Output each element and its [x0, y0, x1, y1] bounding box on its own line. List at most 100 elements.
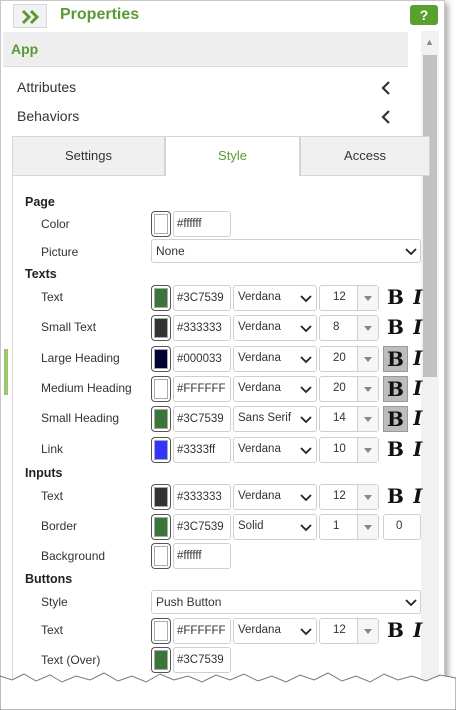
chevron-down-icon [300, 386, 312, 394]
hex-input[interactable]: #3C7539 [173, 406, 231, 432]
border-width-value: 1 [333, 520, 340, 532]
font-select[interactable]: Sans Serif [233, 406, 317, 432]
hex-input[interactable]: #FFFFFF [173, 618, 231, 644]
caret-down-icon[interactable] [357, 347, 378, 371]
color-swatch[interactable] [151, 406, 171, 432]
caret-down-icon[interactable] [357, 407, 378, 431]
texts-row-label: Medium Heading [41, 381, 132, 395]
italic-toggle[interactable]: I [413, 346, 423, 372]
tab-access[interactable]: Access [300, 136, 430, 176]
caret-down-icon[interactable] [357, 377, 378, 401]
font-size-stepper[interactable]: 10 [319, 437, 379, 463]
scroll-up-icon[interactable]: ▲ [425, 37, 434, 47]
font-select[interactable]: Verdana [233, 315, 317, 341]
bold-toggle[interactable]: B [383, 618, 408, 644]
button-style-select[interactable]: Push Button [151, 590, 421, 614]
caret-down-icon[interactable] [357, 515, 378, 539]
hex-input[interactable]: #333333 [173, 484, 231, 510]
caret-down-icon[interactable] [357, 316, 378, 340]
font-select-value: Verdana [238, 624, 281, 636]
italic-toggle[interactable]: I [413, 376, 423, 402]
bold-toggle[interactable]: B [383, 484, 408, 510]
font-select[interactable]: Verdana [233, 618, 317, 644]
hex-input[interactable]: #000033 [173, 346, 231, 372]
font-size-stepper[interactable]: 12 [319, 484, 379, 510]
chevron-left-icon[interactable] [380, 80, 392, 96]
font-size-value: 20 [333, 352, 346, 364]
accordion-behaviors-label[interactable]: Behaviors [17, 108, 79, 124]
italic-toggle[interactable]: I [413, 437, 423, 463]
caret-down-icon[interactable] [357, 619, 378, 643]
caret-down-icon[interactable] [357, 485, 378, 509]
italic-toggle[interactable]: I [413, 406, 423, 432]
resize-handle[interactable] [4, 349, 8, 395]
color-swatch[interactable] [151, 514, 171, 540]
picture-select[interactable]: None [151, 239, 421, 263]
chevron-down-icon [300, 494, 312, 502]
color-swatch[interactable] [151, 543, 171, 569]
chevron-down-icon [300, 325, 312, 333]
font-size-stepper[interactable]: 20 [319, 346, 379, 372]
caret-down-icon[interactable] [357, 286, 378, 310]
bold-toggle[interactable]: B [383, 376, 408, 402]
color-swatch[interactable] [151, 484, 171, 510]
font-select[interactable]: Verdana [233, 376, 317, 402]
color-swatch[interactable] [151, 315, 171, 341]
border-style-select[interactable]: Solid [233, 514, 317, 540]
tab-bar: Settings Style Access [12, 136, 430, 176]
font-size-stepper[interactable]: 14 [319, 406, 379, 432]
italic-toggle[interactable]: I [413, 484, 423, 510]
hex-input[interactable]: #3333ff [173, 437, 231, 463]
help-button[interactable]: ? [410, 5, 438, 25]
tab-style[interactable]: Style [165, 136, 300, 176]
texts-row-label: Small Text [41, 320, 97, 334]
font-size-stepper[interactable]: 20 [319, 376, 379, 402]
app-section-header[interactable]: App [3, 32, 408, 67]
bold-toggle[interactable]: B [383, 437, 408, 463]
color-swatch[interactable] [151, 618, 171, 644]
button-style-value: Push Button [156, 595, 222, 609]
border-radius-value: 0 [396, 520, 403, 532]
bold-toggle[interactable]: B [383, 315, 408, 341]
border-radius-input[interactable]: 0 [383, 514, 421, 540]
hex-input[interactable]: #FFFFFF [173, 376, 231, 402]
italic-toggle[interactable]: I [413, 315, 423, 341]
tab-settings[interactable]: Settings [12, 136, 165, 176]
color-swatch[interactable] [151, 285, 171, 311]
italic-toggle[interactable]: I [413, 618, 423, 644]
font-select[interactable]: Verdana [233, 484, 317, 510]
color-swatch[interactable] [151, 376, 171, 402]
hex-input[interactable]: #ffffff [173, 543, 231, 569]
font-size-stepper[interactable]: 8 [319, 315, 379, 341]
section-heading-inputs: Inputs [25, 466, 63, 480]
bold-toggle[interactable]: B [383, 406, 408, 432]
buttons-text-label: Text [41, 623, 64, 637]
collapse-panel-button[interactable] [13, 4, 47, 28]
hex-input[interactable]: #ffffff [173, 211, 231, 237]
hex-input[interactable]: #3C7539 [173, 514, 231, 540]
border-width-stepper[interactable]: 1 [319, 514, 379, 540]
color-swatch[interactable] [151, 346, 171, 372]
section-heading-buttons: Buttons [25, 572, 73, 586]
chevron-down-icon [300, 295, 312, 303]
font-size-stepper[interactable]: 12 [319, 618, 379, 644]
hex-input[interactable]: #3C7539 [173, 285, 231, 311]
font-size-value: 12 [333, 291, 346, 303]
color-swatch[interactable] [151, 211, 171, 237]
font-select-value: Verdana [238, 490, 281, 502]
scrollbar-thumb[interactable] [423, 55, 437, 377]
accordion-attributes-label[interactable]: Attributes [17, 79, 76, 95]
color-swatch[interactable] [151, 437, 171, 463]
bold-toggle[interactable]: B [383, 346, 408, 372]
font-select[interactable]: Verdana [233, 346, 317, 372]
font-size-value: 20 [333, 382, 346, 394]
hex-input[interactable]: #333333 [173, 315, 231, 341]
chevron-left-icon[interactable] [380, 109, 392, 125]
picture-select-value: None [156, 244, 185, 258]
caret-down-icon[interactable] [357, 438, 378, 462]
italic-toggle[interactable]: I [413, 285, 423, 311]
bold-toggle[interactable]: B [383, 285, 408, 311]
font-select[interactable]: Verdana [233, 437, 317, 463]
font-size-stepper[interactable]: 12 [319, 285, 379, 311]
font-select[interactable]: Verdana [233, 285, 317, 311]
